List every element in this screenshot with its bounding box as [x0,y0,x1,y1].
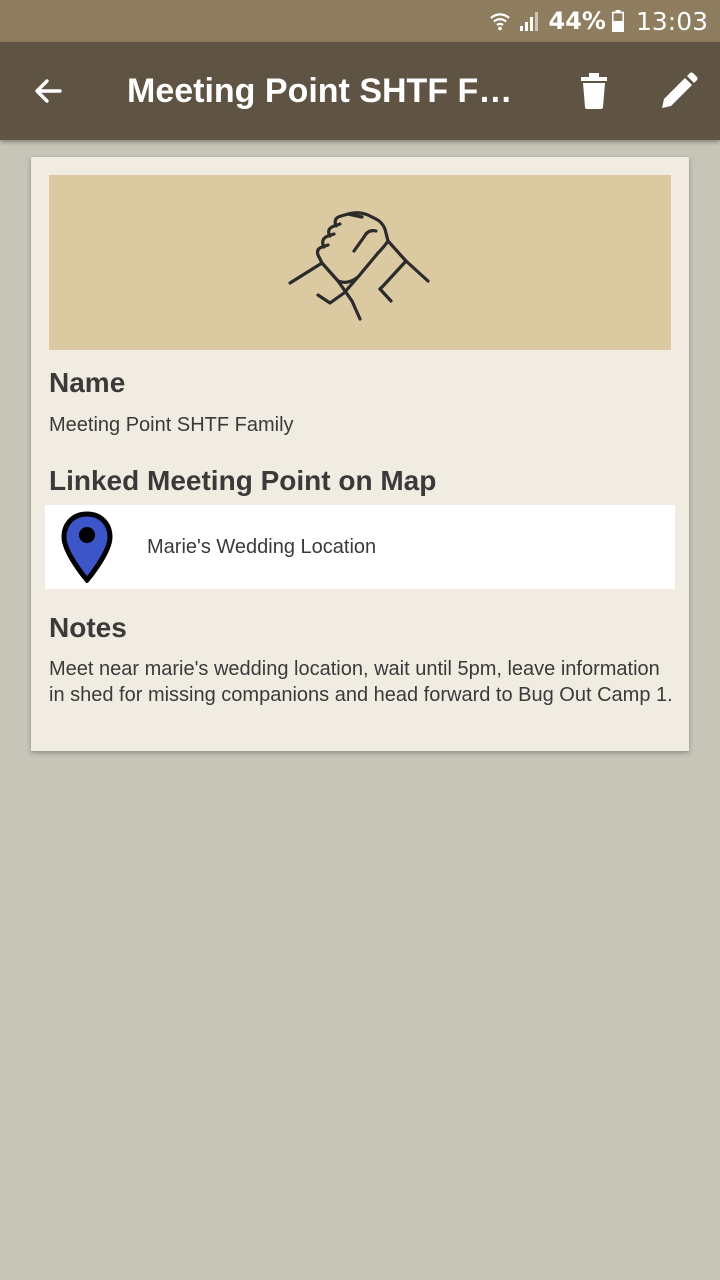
pencil-icon [662,72,698,108]
banner [49,175,671,350]
clock: 13:03 [635,6,708,36]
name-value: Meeting Point SHTF Family [49,414,294,436]
wifi-icon [489,10,511,32]
back-button[interactable] [28,71,68,111]
linked-meeting-point-label: Linked Meeting Point on Map [49,465,437,496]
edit-button[interactable] [658,72,698,112]
map-pin-icon [61,511,113,583]
linked-meeting-point-name: Marie's Wedding Location [147,536,377,558]
notes-label: Notes [49,612,127,643]
arrow-left-icon [35,79,62,103]
battery-percentage: 44% [548,7,606,35]
delete-button[interactable] [578,72,610,110]
trash-icon [581,73,607,109]
name-label: Name [49,367,126,398]
status-bar: 44% 13:03 [0,0,720,42]
app-toolbar: Meeting Point SHTF Family [0,42,720,140]
meeting-point-card: Name Meeting Point SHTF Family Linked Me… [31,157,689,751]
page-title: Meeting Point SHTF Family [127,72,517,110]
signal-icon [519,10,541,32]
battery-icon [611,10,624,32]
notes-value: Meet near marie's wedding location, wait… [49,658,673,706]
linked-meeting-point-row[interactable]: Marie's Wedding Location [45,505,675,589]
handshake-icon [287,210,430,321]
